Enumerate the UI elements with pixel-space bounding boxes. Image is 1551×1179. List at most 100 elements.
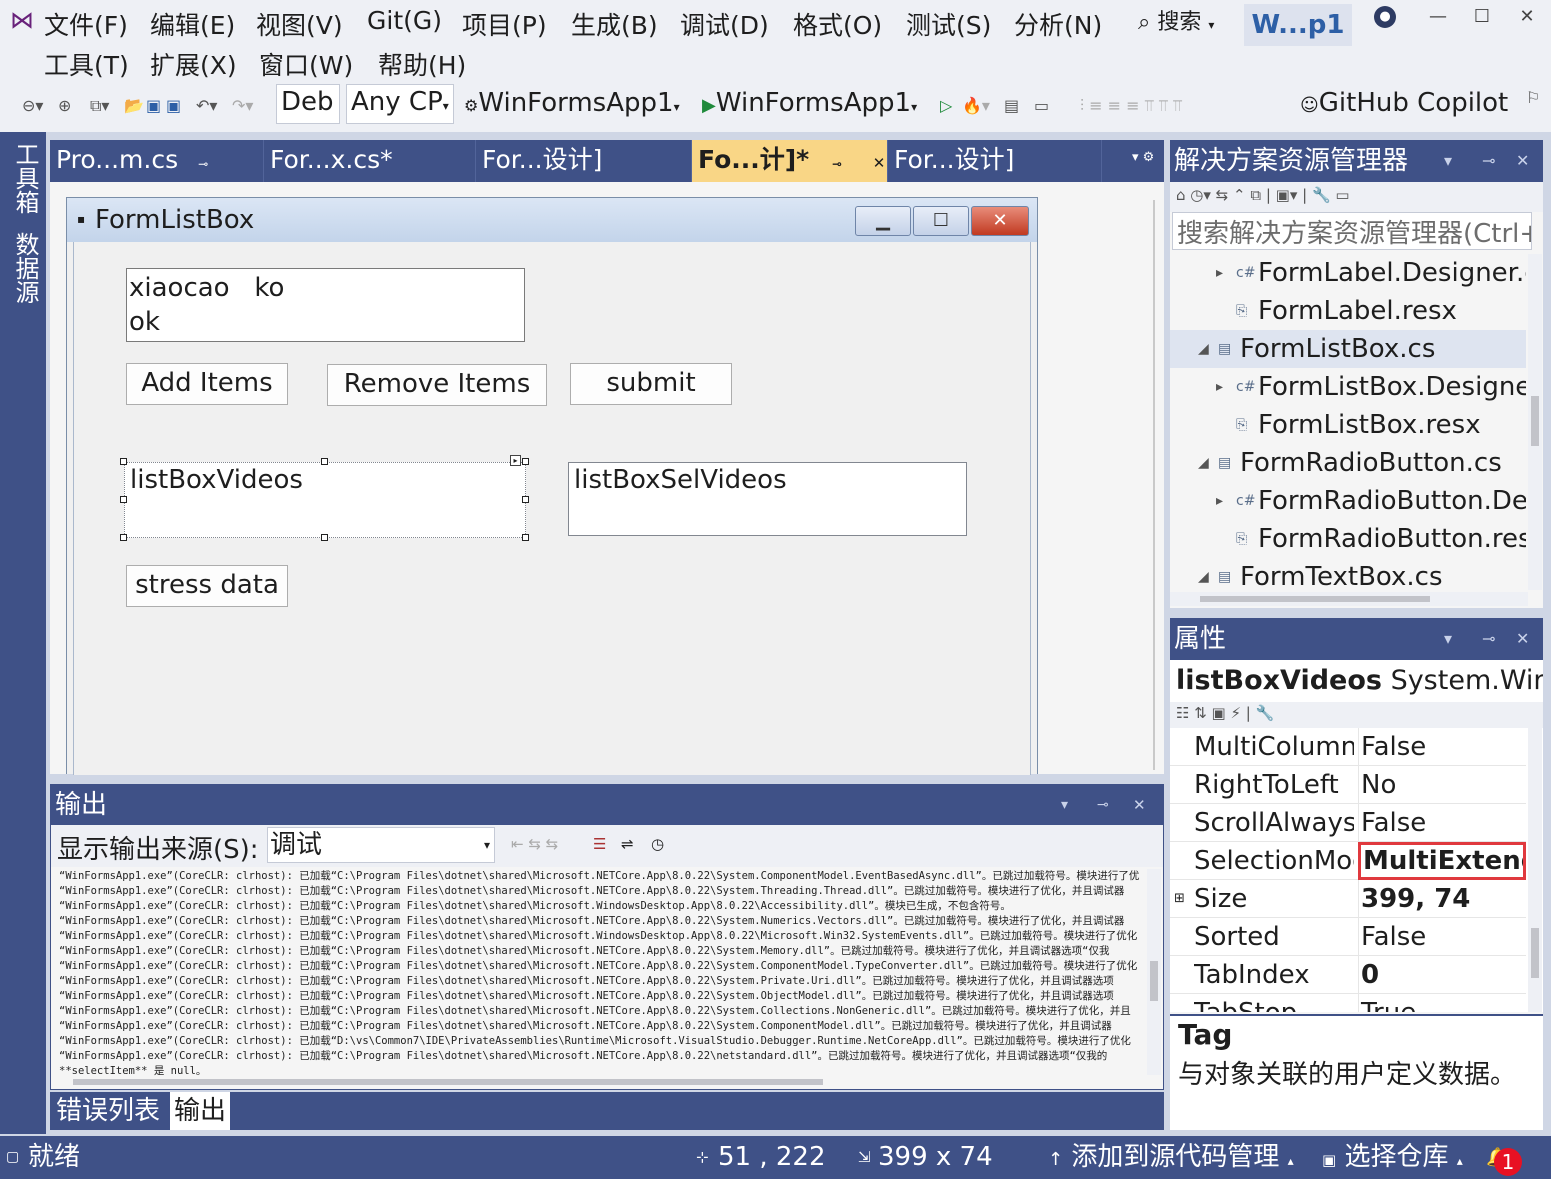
find-message-icon[interactable]: ⇤ ⇆ ⇆ bbox=[511, 835, 558, 853]
resize-handle[interactable] bbox=[120, 534, 127, 541]
property-value[interactable]: False bbox=[1358, 728, 1526, 766]
property-row[interactable]: MultiColumn False bbox=[1170, 728, 1526, 766]
tab-formlistbox-designer[interactable]: Fo...计]* ⊸ ✕ bbox=[692, 140, 888, 182]
layout-icon[interactable]: ▭ bbox=[1034, 96, 1049, 115]
resize-handle[interactable] bbox=[120, 496, 127, 503]
output-horizontal-scrollbar[interactable] bbox=[59, 1077, 1147, 1087]
expand-icon[interactable]: ▸ bbox=[1216, 368, 1223, 406]
data-sources-tab[interactable]: 数据源 bbox=[8, 232, 43, 304]
menu-tools[interactable]: 工具(T) bbox=[44, 46, 129, 82]
property-row[interactable]: SelectionModeMultiExtended bbox=[1170, 842, 1526, 880]
scrollbar-thumb[interactable] bbox=[1150, 961, 1158, 1001]
tab-program-cs[interactable]: Pro...m.cs ⊸ bbox=[50, 140, 264, 182]
menu-project[interactable]: 项目(P) bbox=[462, 6, 547, 42]
solution-item[interactable]: ◢ ▤ FormListBox.cs bbox=[1170, 330, 1526, 368]
add-to-source-control-button[interactable]: ↑ 添加到源代码管理 ▴ bbox=[1048, 1136, 1294, 1179]
hot-reload-icon[interactable]: 🔥▾ bbox=[962, 96, 990, 115]
panel-menu-icon[interactable]: ▾ bbox=[1444, 618, 1452, 660]
property-value[interactable]: False bbox=[1358, 918, 1526, 956]
feedback-icon[interactable]: ⚐ bbox=[1526, 88, 1540, 107]
menu-help[interactable]: 帮助(H) bbox=[378, 46, 466, 82]
tab-overflow-icon[interactable]: ▾ ⚙ bbox=[1132, 150, 1154, 165]
scrollbar-thumb[interactable] bbox=[1531, 396, 1539, 446]
toolbox-tab[interactable]: 工具箱 bbox=[8, 142, 43, 214]
solution-item[interactable]: ▸ c#FormListBox.Designer.cs bbox=[1170, 368, 1526, 406]
solution-item[interactable]: ⎘ FormRadioButton.resx bbox=[1170, 520, 1526, 558]
collapse-icon[interactable]: ◢ bbox=[1198, 330, 1209, 368]
expand-icon[interactable]: ▸ bbox=[1216, 482, 1223, 520]
minimize-icon[interactable]: — bbox=[1423, 6, 1453, 27]
solution-item[interactable]: ◢ ▤ FormRadioButton.cs bbox=[1170, 444, 1526, 482]
resize-handle[interactable] bbox=[321, 534, 328, 541]
listbox-sel-videos[interactable]: listBoxSelVideos bbox=[568, 462, 967, 536]
expand-icon[interactable]: ▸ bbox=[1216, 254, 1223, 292]
solution-item[interactable]: ▸ c#FormRadioButton.Designer.cs bbox=[1170, 482, 1526, 520]
solution-item[interactable]: ⎘ FormListBox.resx bbox=[1170, 406, 1526, 444]
property-row[interactable]: ⊞ Size 399, 74 bbox=[1170, 880, 1526, 918]
property-value[interactable]: 0 bbox=[1358, 956, 1526, 994]
resize-handle[interactable] bbox=[522, 534, 529, 541]
property-value[interactable]: 399, 74 bbox=[1358, 880, 1526, 918]
start-without-debugging-icon[interactable]: ▷ bbox=[940, 96, 952, 115]
property-row[interactable]: ScrollAlwaysVisibleFalse bbox=[1170, 804, 1526, 842]
account-avatar[interactable]: ● bbox=[1374, 6, 1396, 28]
github-copilot-button[interactable]: ☺GitHub Copilot bbox=[1300, 88, 1508, 118]
property-value[interactable]: True bbox=[1358, 994, 1526, 1012]
solution-horizontal-scrollbar[interactable] bbox=[1170, 592, 1528, 606]
output-text-area[interactable]: “WinFormsApp1.exe”(CoreCLR: clrhost): 已加… bbox=[59, 869, 1149, 1077]
output-vertical-scrollbar[interactable] bbox=[1147, 869, 1161, 1075]
scrollbar-thumb[interactable] bbox=[1200, 596, 1430, 602]
open-folder-icon[interactable]: 📂 bbox=[124, 96, 144, 115]
solution-platform-select[interactable]: Any CP▾ bbox=[346, 84, 454, 124]
solution-item[interactable]: ⎘ FormLabel.resx bbox=[1170, 292, 1526, 330]
close-icon[interactable]: ✕ bbox=[1512, 6, 1542, 27]
tab-error-list[interactable]: 错误列表 bbox=[52, 1092, 164, 1130]
clock-icon[interactable]: ◷ bbox=[651, 835, 664, 853]
stress-data-button[interactable]: stress data bbox=[126, 565, 288, 607]
menu-edit[interactable]: 编辑(E) bbox=[150, 6, 235, 42]
pin-icon[interactable]: ⊸ bbox=[1482, 140, 1495, 182]
solution-name-badge[interactable]: W...p1 bbox=[1244, 4, 1352, 46]
redo-icon[interactable]: ↷▾ bbox=[232, 96, 253, 115]
menu-file[interactable]: 文件(F) bbox=[44, 6, 128, 42]
browse-icon[interactable]: ▤ bbox=[1004, 96, 1019, 115]
panel-menu-icon[interactable]: ▾ bbox=[1444, 140, 1452, 182]
save-all-icon[interactable]: ▣ bbox=[166, 96, 181, 115]
menu-window[interactable]: 窗口(W) bbox=[259, 46, 353, 82]
solution-item[interactable]: ▸ c# FormLabel.Designer.cs bbox=[1170, 254, 1526, 292]
forward-icon[interactable]: ⊕ bbox=[58, 96, 71, 115]
property-row[interactable]: TabStopTrue bbox=[1170, 994, 1526, 1012]
menu-format[interactable]: 格式(O) bbox=[793, 6, 882, 42]
property-value[interactable]: MultiExtended bbox=[1358, 842, 1526, 880]
menu-extensions[interactable]: 扩展(X) bbox=[150, 46, 237, 82]
menu-git[interactable]: Git(G) bbox=[367, 6, 442, 35]
properties-toolbar-icons[interactable]: ☷ ⇅ ▣ ⚡ | 🔧 bbox=[1176, 704, 1274, 722]
form-window[interactable]: ▪ FormListBox ▁ ☐ ✕ xiaocao ko ok Add It… bbox=[66, 197, 1038, 775]
form-close-icon[interactable]: ✕ bbox=[971, 206, 1029, 236]
resize-handle[interactable] bbox=[522, 458, 529, 465]
resize-handle[interactable] bbox=[321, 458, 328, 465]
scrollbar-thumb[interactable] bbox=[1531, 928, 1539, 978]
notification-count-badge[interactable]: 1 bbox=[1494, 1148, 1522, 1176]
scrollbar-thumb[interactable] bbox=[73, 1079, 823, 1085]
pin-icon[interactable]: ⊸ bbox=[1482, 618, 1495, 660]
menu-build[interactable]: 生成(B) bbox=[571, 6, 658, 42]
property-value[interactable]: False bbox=[1358, 804, 1526, 842]
close-icon[interactable]: ✕ bbox=[1516, 618, 1529, 660]
listbox-videos[interactable]: listBoxVideos bbox=[124, 462, 526, 538]
form-minimize-icon[interactable]: ▁ bbox=[855, 206, 911, 236]
close-icon[interactable]: ✕ bbox=[1516, 140, 1529, 182]
tab-formlistbox-cs[interactable]: For...x.cs* bbox=[264, 140, 476, 182]
menu-test[interactable]: 测试(S) bbox=[906, 6, 991, 42]
resize-handle[interactable] bbox=[120, 458, 127, 465]
add-items-button[interactable]: Add Items bbox=[126, 363, 288, 405]
resize-handle[interactable] bbox=[522, 496, 529, 503]
property-row[interactable]: RightToLeft No bbox=[1170, 766, 1526, 804]
property-value[interactable]: No bbox=[1358, 766, 1526, 804]
menu-debug[interactable]: 调试(D) bbox=[680, 6, 769, 42]
expand-icon[interactable]: ⊞ bbox=[1174, 880, 1185, 918]
save-icon[interactable]: ▣ bbox=[146, 96, 161, 115]
remove-items-button[interactable]: Remove Items bbox=[327, 364, 547, 406]
property-row[interactable]: TabIndex 0 bbox=[1170, 956, 1526, 994]
startup-project-select[interactable]: ⚙WinFormsApp1▾ bbox=[464, 88, 680, 118]
